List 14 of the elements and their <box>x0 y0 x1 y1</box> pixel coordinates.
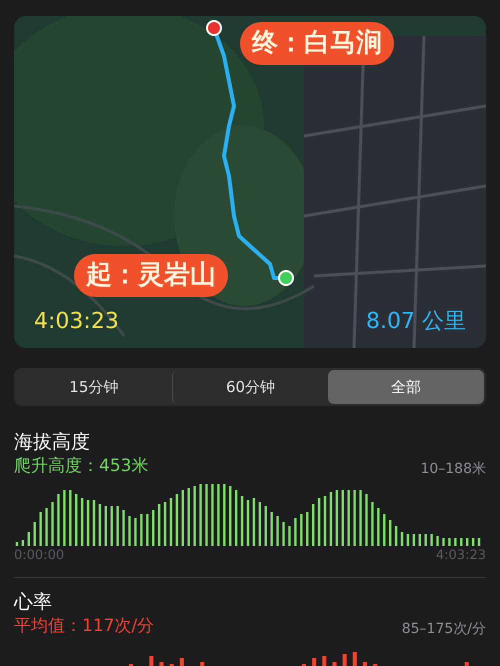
start-time: 0:00:00 <box>14 546 64 564</box>
heart-rate-range: 85–175次/分 <box>402 620 486 638</box>
segment-tab[interactable]: 15分钟 <box>16 370 172 404</box>
section-title: 心率 <box>14 590 53 614</box>
elevation-range: 10–188米 <box>420 460 486 478</box>
duration: 4:03:23 <box>34 308 119 336</box>
end-label: 终：白马涧 <box>240 22 394 65</box>
distance: 8.07 公里 <box>366 308 466 336</box>
elevation-summary: 爬升高度：453米 <box>14 455 148 478</box>
segment-tab[interactable]: 全部 <box>328 370 484 404</box>
end-time: 4:03:23 <box>436 546 486 564</box>
heart-rate-summary: 平均值：117次/分 <box>14 615 154 638</box>
start-label: 起：灵岩山 <box>74 254 228 297</box>
section-title: 海拔高度 <box>14 430 91 454</box>
